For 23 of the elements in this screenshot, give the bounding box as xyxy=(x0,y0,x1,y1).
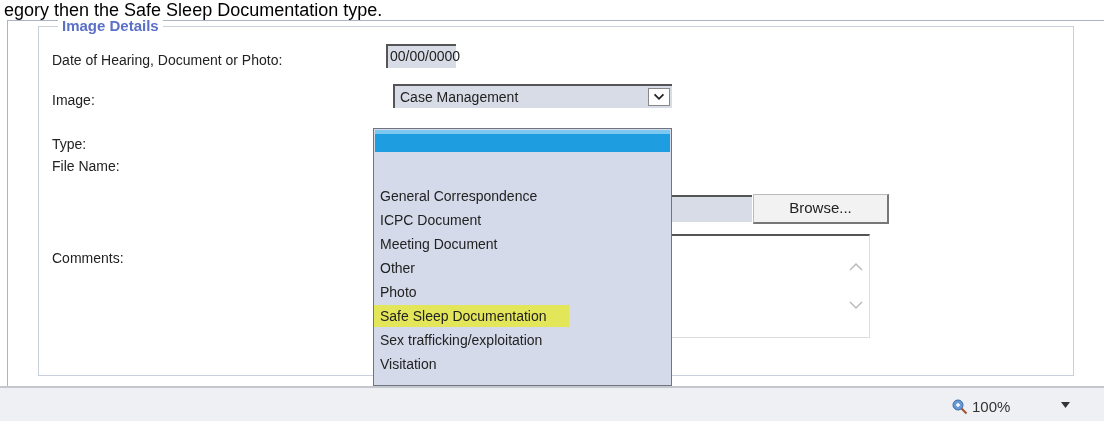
dropdown-option[interactable]: Meeting Document xyxy=(374,233,498,255)
dropdown-option[interactable]: Photo xyxy=(374,281,417,303)
caption-text: egory then the Safe Sleep Documentation type. xyxy=(4,0,383,20)
zoom-icon[interactable] xyxy=(952,399,968,416)
field-label: Type: xyxy=(52,135,88,154)
field-label: Date of Hearing, Document or Photo: xyxy=(52,51,284,70)
dropdown-option[interactable]: Sex trafficking/exploitation xyxy=(374,329,543,351)
dropdown-option[interactable]: Safe Sleep Documentation xyxy=(374,305,569,327)
chevron-down-icon xyxy=(648,88,670,106)
blank-option[interactable] xyxy=(375,130,670,152)
zoom-level[interactable]: 100% xyxy=(972,396,1011,419)
dropdown-option[interactable]: General Correspondence xyxy=(374,185,538,207)
caret-icon[interactable] xyxy=(1061,402,1070,408)
dropdown-option[interactable]: ICPC Document xyxy=(374,209,482,231)
scroll-down-icon[interactable] xyxy=(849,300,863,310)
image-select[interactable]: Case Management xyxy=(393,84,672,108)
field-label: File Name: xyxy=(52,157,121,176)
scroll-up-icon[interactable] xyxy=(849,262,863,272)
browse-button[interactable]: Browse... xyxy=(753,194,889,224)
field-label: Image: xyxy=(52,91,96,110)
dropdown-option[interactable]: Visitation xyxy=(374,353,437,375)
section-legend: Image Details xyxy=(58,18,163,34)
dropdown-option[interactable]: Other xyxy=(374,257,415,279)
